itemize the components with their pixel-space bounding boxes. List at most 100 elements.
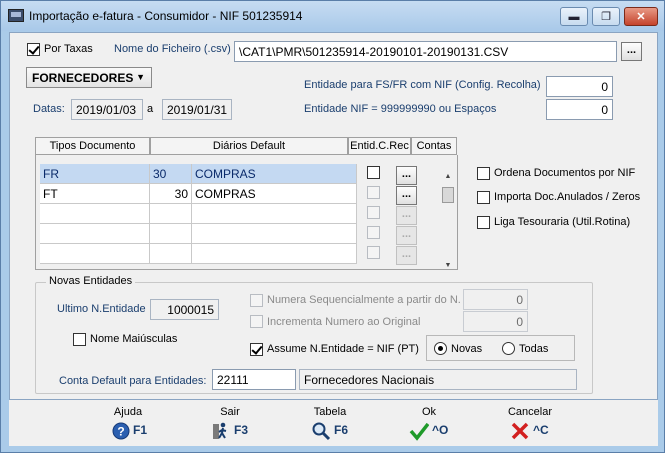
ajuda-button[interactable]: Ajuda ? F1 <box>93 406 163 442</box>
incrementa-label[interactable]: Incrementa Numero ao Original <box>267 316 420 328</box>
sair-button[interactable]: Sair F3 <box>195 406 265 442</box>
liga-checkbox[interactable] <box>477 216 490 229</box>
por-taxas-label[interactable]: Por Taxas <box>44 43 93 55</box>
importa-label[interactable]: Importa Doc.Anulados / Zeros <box>494 191 640 203</box>
ordena-label[interactable]: Ordena Documentos por NIF <box>494 167 635 179</box>
ajuda-label: Ajuda <box>113 406 143 418</box>
table-cell-tipo[interactable]: FT <box>40 184 150 204</box>
scroll-up-icon[interactable]: ▲ <box>442 173 454 180</box>
documents-grid: FR 30 COMPRAS FT 30 COMPRAS <box>40 164 358 268</box>
minimize-button[interactable]: ▬ <box>560 7 588 26</box>
ajuda-key: F1 <box>133 423 148 437</box>
grid-scrollbar[interactable]: ▲ ▼ <box>442 173 454 269</box>
tipo-entidade-select[interactable]: FORNECEDORES ▼ <box>26 67 152 88</box>
col-header-entid: Entid.C.Rec <box>348 137 411 155</box>
form-client-area: Por Taxas Nome do Ficheiro (.csv) \CAT1\… <box>9 32 658 400</box>
data-fim-input[interactable]: 2019/01/31 <box>162 99 232 120</box>
ok-label: Ok <box>421 406 437 418</box>
ultimo-value: 1000015 <box>150 299 219 320</box>
ok-button[interactable]: Ok ^O <box>394 406 464 442</box>
ok-key: ^O <box>432 423 449 437</box>
scroll-thumb[interactable] <box>442 187 454 203</box>
entid-checkbox[interactable] <box>367 246 380 259</box>
maximize-button[interactable]: ❐ <box>592 7 620 26</box>
numera-checkbox[interactable] <box>250 294 263 307</box>
tipo-entidade-value: FORNECEDORES <box>32 71 134 85</box>
table-cell-tipo[interactable]: FR <box>40 164 150 184</box>
contas-button[interactable]: ... <box>396 226 417 245</box>
incrementa-input[interactable]: 0 <box>463 311 528 332</box>
table-cell-num[interactable] <box>150 244 192 264</box>
entid-checkbox[interactable] <box>367 186 380 199</box>
radio-todas-label[interactable]: Todas <box>519 343 548 355</box>
contas-button[interactable]: ... <box>396 166 417 185</box>
contas-button[interactable]: ... <box>396 246 417 265</box>
assume-checkbox[interactable] <box>250 343 263 356</box>
ficheiro-label: Nome do Ficheiro (.csv) <box>114 43 231 55</box>
novas-entidades-title: Novas Entidades <box>46 275 136 287</box>
numera-input[interactable]: 0 <box>463 289 528 310</box>
contas-button[interactable]: ... <box>396 186 417 205</box>
por-taxas-checkbox[interactable] <box>27 43 40 56</box>
numera-label[interactable]: Numera Sequencialmente a partir do N. <box>267 294 461 306</box>
col-header-tipos: Tipos Documento <box>35 137 150 155</box>
radio-novas-label[interactable]: Novas <box>451 343 482 355</box>
entidade-fs-label: Entidade para FS/FR com NIF (Config. Rec… <box>304 79 541 91</box>
liga-label[interactable]: Liga Tesouraria (Util.Rotina) <box>494 216 630 228</box>
col-header-contas: Contas <box>411 137 457 155</box>
tabela-button[interactable]: Tabela F6 <box>295 406 365 442</box>
table-cell-diario[interactable]: COMPRAS <box>192 164 357 184</box>
data-inicio-input[interactable]: 2019/01/03 <box>71 99 143 120</box>
col-header-diarios: Diários Default <box>150 137 348 155</box>
entidade-fs-input[interactable]: 0 <box>546 76 613 97</box>
table-cell-num[interactable]: 30 <box>150 164 192 184</box>
svg-text:?: ? <box>117 425 124 439</box>
nome-maiusculas-checkbox[interactable] <box>73 333 86 346</box>
help-icon: ? <box>112 422 130 440</box>
entid-checkbox[interactable] <box>367 226 380 239</box>
sair-label: Sair <box>220 406 240 418</box>
table-cell-num[interactable] <box>150 224 192 244</box>
exit-icon <box>213 422 227 439</box>
window-title: Importação e-fatura - Consumidor - NIF 5… <box>29 9 303 23</box>
table-cell-tipo[interactable] <box>40 204 150 224</box>
ultimo-label: Ultimo N.Entidade <box>57 303 146 315</box>
tabela-label: Tabela <box>313 406 347 418</box>
table-cell-num[interactable]: 30 <box>150 184 192 204</box>
table-cell-tipo[interactable] <box>40 244 150 264</box>
data-separator: a <box>147 103 154 115</box>
search-icon <box>312 422 331 441</box>
radio-todas[interactable] <box>502 342 515 355</box>
importa-checkbox[interactable] <box>477 191 490 204</box>
browse-file-button[interactable]: ... <box>621 42 642 61</box>
table-cell-diario[interactable] <box>192 244 357 264</box>
app-icon <box>8 9 24 22</box>
table-cell-diario[interactable]: COMPRAS <box>192 184 357 204</box>
chevron-down-icon: ▼ <box>136 72 145 82</box>
table-cell-diario[interactable] <box>192 204 357 224</box>
entid-checkbox[interactable] <box>367 166 380 179</box>
entidade-nif-input[interactable]: 0 <box>546 99 613 120</box>
table-cell-tipo[interactable] <box>40 224 150 244</box>
entidade-nif-label: Entidade NIF = 999999990 ou Espaços <box>304 103 497 115</box>
cross-icon <box>511 422 529 440</box>
nome-maiusculas-label[interactable]: Nome Maiúsculas <box>90 333 177 345</box>
radio-novas[interactable] <box>434 342 447 355</box>
contas-button[interactable]: ... <box>396 206 417 225</box>
title-bar[interactable]: Importação e-fatura - Consumidor - NIF 5… <box>1 1 664 31</box>
table-cell-diario[interactable] <box>192 224 357 244</box>
scroll-down-icon[interactable]: ▼ <box>442 262 454 269</box>
bottom-toolbar: Ajuda ? F1 Sair F3 Tabela F6 Ok ^O Cance… <box>9 400 658 446</box>
conta-input[interactable]: 22111 <box>212 369 296 390</box>
main-window: Importação e-fatura - Consumidor - NIF 5… <box>0 0 665 453</box>
ficheiro-input[interactable]: \CAT1\PMR\501235914-20190101-20190131.CS… <box>234 41 617 62</box>
sair-key: F3 <box>234 423 249 437</box>
conta-description: Fornecedores Nacionais <box>299 369 577 390</box>
table-cell-num[interactable] <box>150 204 192 224</box>
close-button[interactable]: ✕ <box>624 7 658 26</box>
cancelar-button[interactable]: Cancelar ^C <box>495 406 565 442</box>
assume-label[interactable]: Assume N.Entidade = NIF (PT) <box>267 343 419 355</box>
ordena-checkbox[interactable] <box>477 167 490 180</box>
incrementa-checkbox[interactable] <box>250 315 263 328</box>
entid-checkbox[interactable] <box>367 206 380 219</box>
